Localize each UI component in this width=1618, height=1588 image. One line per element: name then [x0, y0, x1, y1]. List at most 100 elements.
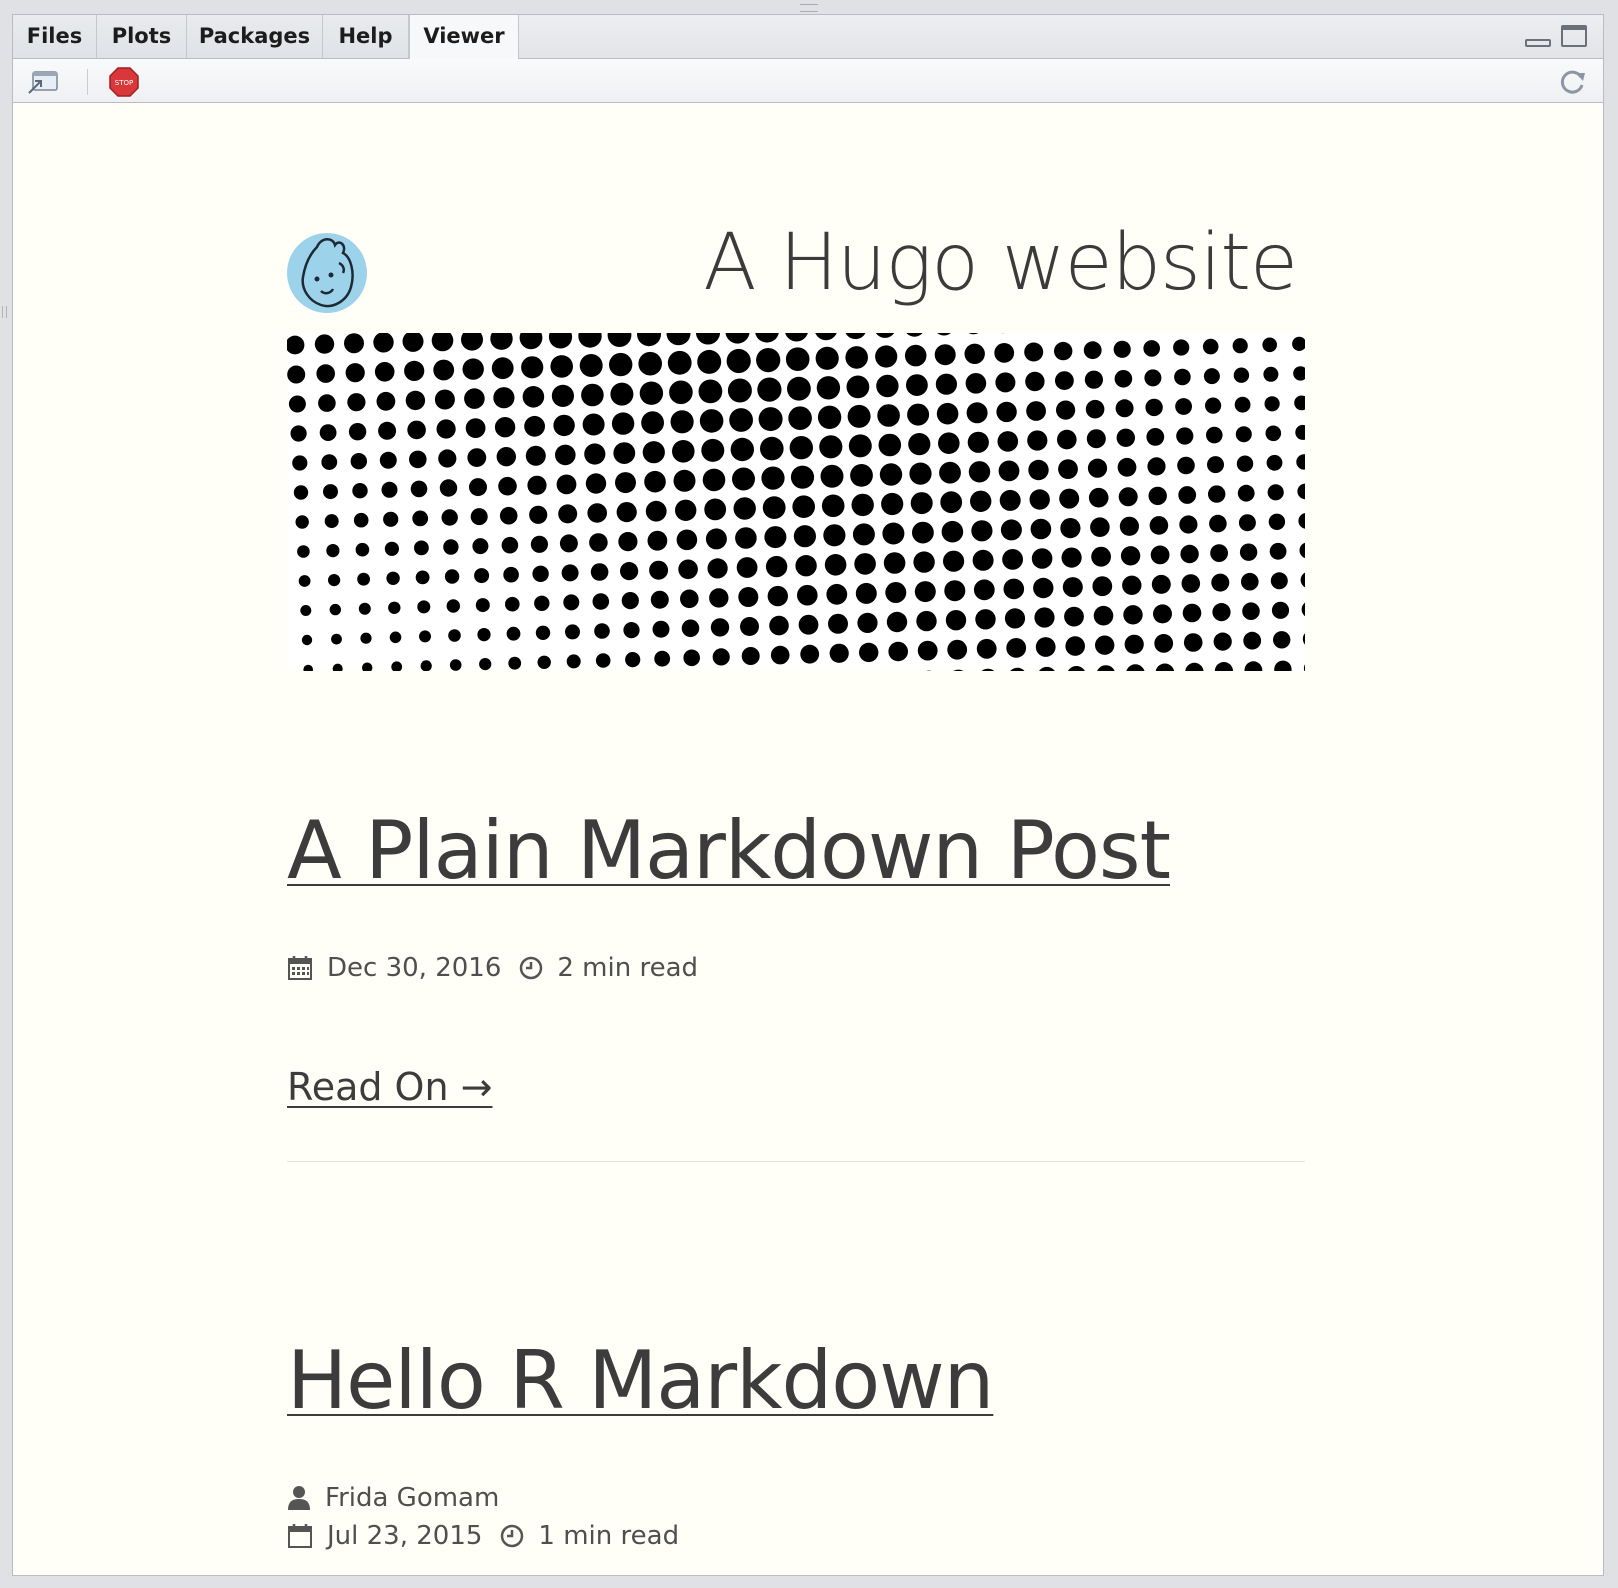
- halftone-dot: [847, 404, 871, 428]
- halftone-dot: [1265, 425, 1282, 442]
- halftone-dot: [764, 526, 787, 549]
- halftone-dot: [826, 583, 848, 605]
- tab-plots[interactable]: Plots: [97, 15, 187, 58]
- halftone-dot: [505, 596, 520, 612]
- halftone-dot: [1173, 339, 1190, 356]
- halftone-dot: [551, 384, 574, 407]
- pane-resize-handle[interactable]: [800, 4, 818, 12]
- halftone-dot: [829, 643, 849, 663]
- halftone-dot: [1176, 427, 1194, 445]
- halftone-dot: [944, 580, 966, 602]
- halftone-dot: [940, 491, 963, 514]
- halftone-dot: [1095, 635, 1115, 655]
- halftone-dot: [352, 483, 368, 499]
- halftone-dot: [386, 571, 400, 585]
- tab-viewer[interactable]: Viewer: [409, 15, 519, 60]
- halftone-dot: [1034, 607, 1055, 628]
- halftone-dot: [621, 592, 639, 610]
- halftone-dot: [357, 572, 370, 586]
- halftone-dot: [417, 600, 431, 614]
- post-author-meta: Frida Gomam: [287, 1483, 499, 1513]
- stop-icon[interactable]: STOP: [109, 67, 139, 97]
- halftone-dot: [704, 498, 727, 521]
- halftone-dot: [1300, 572, 1305, 588]
- halftone-dot: [1235, 426, 1252, 443]
- halftone-dot: [611, 412, 635, 435]
- halftone-dot: [584, 443, 606, 465]
- halftone-dot: [537, 655, 551, 669]
- show-in-new-window-icon[interactable]: [27, 69, 63, 95]
- halftone-dot: [726, 348, 751, 374]
- halftone-dot: [1062, 577, 1083, 598]
- halftone-dot: [875, 345, 898, 368]
- halftone-dot: [391, 661, 403, 671]
- halftone-dot: [1092, 576, 1113, 597]
- maximize-pane-icon[interactable]: [1561, 25, 1587, 47]
- halftone-dot: [678, 559, 698, 580]
- halftone-dot: [1213, 632, 1232, 651]
- halftone-dot: [947, 639, 968, 660]
- halftone-dot: [769, 615, 789, 636]
- post-title-link[interactable]: A Plain Markdown Post: [287, 801, 1171, 901]
- halftone-dot: [566, 654, 581, 669]
- halftone-dot: [792, 495, 815, 518]
- halftone-dot: [1149, 516, 1169, 535]
- halftone-dot: [675, 499, 697, 521]
- halftone-dot: [1179, 515, 1198, 534]
- halftone-dot: [698, 379, 723, 404]
- minimize-pane-icon[interactable]: [1525, 39, 1551, 47]
- halftone-dot: [1238, 514, 1256, 532]
- halftone-dot: [1090, 517, 1110, 537]
- halftone-banner-image: [287, 333, 1305, 671]
- halftone-dot: [1115, 399, 1134, 418]
- halftone-dot: [381, 481, 398, 498]
- halftone-dot: [331, 633, 342, 645]
- viewer-pane: Files Plots Packages Help Viewer STOP A …: [12, 14, 1604, 1576]
- tab-help[interactable]: Help: [323, 15, 409, 58]
- halftone-dot: [767, 585, 788, 607]
- halftone-dot: [1205, 397, 1222, 414]
- halftone-dot: [910, 492, 933, 515]
- halftone-dot: [729, 408, 753, 432]
- halftone-dot: [854, 553, 876, 575]
- halftone-dot: [469, 478, 487, 497]
- site-logo-avatar[interactable]: [287, 233, 367, 313]
- halftone-dot: [1263, 366, 1279, 382]
- halftone-dot: [376, 391, 396, 411]
- tab-files[interactable]: Files: [13, 15, 97, 58]
- halftone-dot: [1185, 662, 1204, 671]
- halftone-dot: [1031, 548, 1053, 569]
- halftone-dot: [506, 626, 521, 641]
- halftone-dot: [1118, 487, 1138, 507]
- halftone-dot: [788, 406, 812, 430]
- halftone-dot: [616, 502, 637, 523]
- viewer-toolbar: STOP: [13, 59, 1603, 103]
- pane-tab-bar: Files Plots Packages Help Viewer: [13, 15, 1603, 60]
- halftone-dot: [823, 524, 846, 547]
- halftone-dot: [292, 455, 308, 471]
- post-title-link[interactable]: Hello R Markdown: [287, 1331, 994, 1431]
- halftone-dot: [353, 512, 369, 528]
- site-title[interactable]: A Hugo website: [573, 213, 1298, 313]
- halftone-dot: [344, 333, 364, 354]
- halftone-dot: [529, 505, 548, 524]
- halftone-dot: [701, 438, 725, 462]
- halftone-dot: [968, 461, 991, 483]
- halftone-dot: [409, 450, 427, 469]
- halftone-dot: [332, 663, 343, 671]
- halftone-dot: [1262, 337, 1277, 353]
- tab-packages[interactable]: Packages: [187, 15, 323, 58]
- halftone-dot: [907, 403, 930, 426]
- halftone-dot: [474, 568, 490, 584]
- splitter-grip[interactable]: [2, 306, 7, 318]
- read-on-link[interactable]: Read On →: [287, 1065, 492, 1109]
- halftone-dot: [1143, 340, 1160, 357]
- refresh-icon[interactable]: [1557, 67, 1587, 97]
- halftone-dot: [1155, 663, 1175, 671]
- halftone-dot: [589, 533, 608, 552]
- halftone-dot: [819, 435, 843, 459]
- halftone-dot: [1212, 603, 1231, 622]
- halftone-dot: [563, 594, 580, 611]
- halftone-dot: [444, 569, 460, 584]
- halftone-dot: [374, 362, 395, 382]
